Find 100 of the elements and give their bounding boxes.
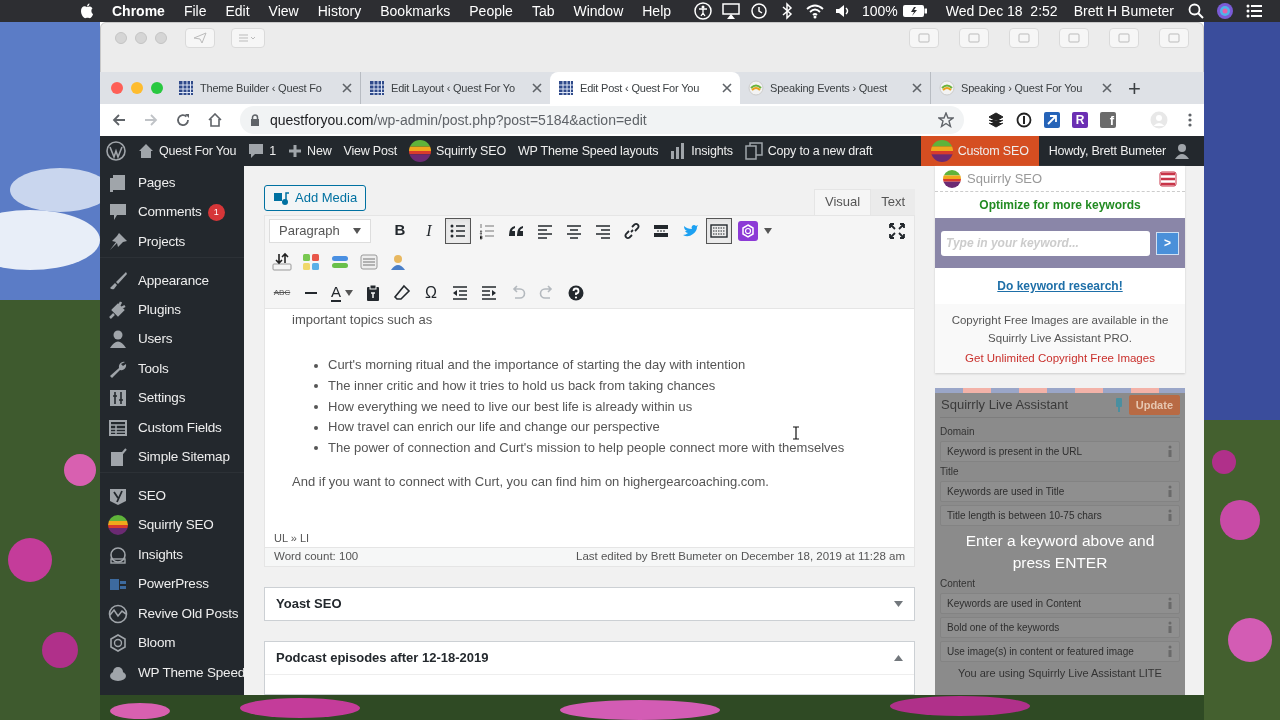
close-icon[interactable] xyxy=(342,83,352,93)
menu-item[interactable]: Edit xyxy=(225,0,250,22)
user-icon xyxy=(108,329,128,350)
admin-bar-item[interactable]: WP Theme Speed layouts xyxy=(511,136,665,166)
format-select[interactable]: Paragraph xyxy=(269,218,371,243)
extension-button[interactable]: R xyxy=(1072,112,1088,128)
wave-circle-icon xyxy=(108,603,128,624)
lock-icon xyxy=(250,114,260,126)
tab-title: Speaking › Quest For You xyxy=(961,80,1084,96)
admin-bar-item[interactable]: Copy to a new draft xyxy=(738,136,879,166)
metabox[interactable]: Yoast SEO xyxy=(264,587,915,621)
close-icon[interactable] xyxy=(532,83,542,93)
admin-bar-item[interactable]: Squirrly SEO xyxy=(403,136,512,166)
admin-bar-item[interactable]: 1 xyxy=(242,136,283,166)
sidebar-item[interactable]: Pages xyxy=(100,168,244,198)
metabox[interactable]: Podcast episodes after 12-18-2019 xyxy=(264,641,915,695)
count-badge: 1 xyxy=(207,203,225,221)
back-icon[interactable] xyxy=(112,113,126,127)
sidebar-item[interactable]: PowerPress xyxy=(100,569,244,599)
sidebar-item[interactable]: Squirrly SEO xyxy=(100,510,244,540)
bold-button[interactable]: B xyxy=(387,217,413,244)
images-link[interactable]: Get Unlimited Copyright Free Images xyxy=(965,349,1155,367)
tab-title: Speaking Events › Quest xyxy=(770,80,889,96)
airplay-icon[interactable] xyxy=(722,2,740,20)
sidebar-item[interactable]: Tools xyxy=(100,354,244,384)
layers-icon[interactable] xyxy=(988,112,1004,128)
bulleted-list-button[interactable] xyxy=(445,217,471,244)
clock-icon[interactable] xyxy=(750,2,768,20)
strikethrough-button[interactable]: ABC xyxy=(269,279,295,306)
siri-icon[interactable] xyxy=(1216,2,1234,20)
admin-bar-item[interactable]: View Post xyxy=(337,136,404,166)
wifi-icon[interactable] xyxy=(806,2,824,20)
media-icon xyxy=(273,190,289,206)
sidebar-item[interactable]: Projects xyxy=(100,227,244,257)
sidebar-item[interactable]: Simple Sitemap xyxy=(100,442,244,472)
address-field[interactable]: questforyou.com/wp-admin/post.php?post=5184&action=edit xyxy=(240,106,964,134)
sidebar-item[interactable]: WP Theme Speed xyxy=(100,658,244,688)
menu-item[interactable]: Bookmarks xyxy=(380,0,451,22)
info-icon[interactable] xyxy=(1016,112,1032,128)
extension-button[interactable]: f xyxy=(1100,112,1116,128)
sidebar-item[interactable]: Custom Fields xyxy=(100,413,244,443)
star-icon[interactable] xyxy=(938,112,954,128)
menu-item[interactable]: Tab xyxy=(531,0,555,22)
editor-tab[interactable]: Text xyxy=(871,188,915,215)
edit-page-icon xyxy=(108,447,128,468)
battery-icon[interactable] xyxy=(901,4,928,18)
close-icon[interactable] xyxy=(722,83,732,93)
italic-button[interactable]: I xyxy=(416,217,442,244)
menu-item[interactable]: History xyxy=(317,0,362,22)
menu-item[interactable]: File xyxy=(183,0,207,22)
browser-tab[interactable]: Edit Post ‹ Quest For You xyxy=(550,72,740,104)
add-media-button[interactable]: Add Media xyxy=(264,185,367,211)
squirrly-logo-icon xyxy=(108,515,128,536)
menu-item[interactable]: Help xyxy=(642,0,672,22)
app-menu[interactable]: Chrome xyxy=(112,0,165,22)
more-icon[interactable] xyxy=(1188,112,1192,128)
sidebar-item[interactable]: Comments 1 xyxy=(100,197,244,227)
admin-bar-item[interactable]: Custom SEO xyxy=(920,136,1039,166)
caret-icon[interactable] xyxy=(764,227,772,234)
reload-icon[interactable] xyxy=(176,113,190,127)
sidebar-item[interactable]: SEO xyxy=(100,472,244,511)
admin-bar-item[interactable]: New xyxy=(282,136,338,166)
pin-icon xyxy=(108,231,128,252)
menu-item[interactable]: View xyxy=(268,0,299,22)
toolbar-toggle-button[interactable] xyxy=(706,217,732,244)
caret-up-icon[interactable] xyxy=(894,655,903,661)
arrow-icon[interactable] xyxy=(1044,112,1060,128)
info-icon xyxy=(1167,445,1173,457)
editor-content[interactable] xyxy=(264,308,915,531)
caret-down-icon[interactable] xyxy=(894,601,903,607)
admin-bar-item[interactable]: Quest For You xyxy=(132,136,243,166)
accessibility-icon[interactable] xyxy=(694,2,712,20)
menu-item[interactable]: People xyxy=(469,0,513,22)
stack-icon[interactable] xyxy=(1159,170,1177,187)
close-icon[interactable] xyxy=(1102,83,1112,93)
list-icon[interactable] xyxy=(1246,4,1262,18)
caret-icon xyxy=(345,289,353,296)
home-icon[interactable] xyxy=(208,113,222,127)
sidebar-item[interactable]: Revive Old Posts xyxy=(100,599,244,629)
account-menu[interactable]: Howdy, Brett Bumeter xyxy=(1038,136,1200,166)
sidebar-item[interactable]: Insights xyxy=(100,540,244,570)
user-name[interactable]: Brett H Bumeter xyxy=(1073,0,1174,22)
sidebar-item[interactable]: Settings xyxy=(100,383,244,413)
wordpress-logo-icon[interactable] xyxy=(106,141,126,161)
new-tab-button[interactable]: + xyxy=(1128,72,1141,104)
sidebar-item[interactable]: Users xyxy=(100,324,244,354)
shield-icon xyxy=(108,486,128,507)
menu-clock[interactable]: Wed Dec 18 2:52 xyxy=(945,0,1058,22)
text-color-button[interactable]: A xyxy=(327,279,357,306)
upload-icon xyxy=(272,251,292,272)
sidebar-item[interactable]: Plugins xyxy=(100,295,244,325)
special-character-button[interactable]: Ω xyxy=(418,279,444,306)
editor-tab[interactable]: Visual xyxy=(813,188,872,215)
sidebar-item[interactable]: Bloom xyxy=(100,628,244,658)
close-icon[interactable] xyxy=(912,83,922,93)
menu-item[interactable]: Window xyxy=(573,0,624,22)
grid-icon xyxy=(558,80,574,96)
search-icon[interactable] xyxy=(1188,3,1204,19)
research-link[interactable]: Do keyword research! xyxy=(997,277,1123,295)
admin-bar-item[interactable]: Insights xyxy=(664,136,739,166)
